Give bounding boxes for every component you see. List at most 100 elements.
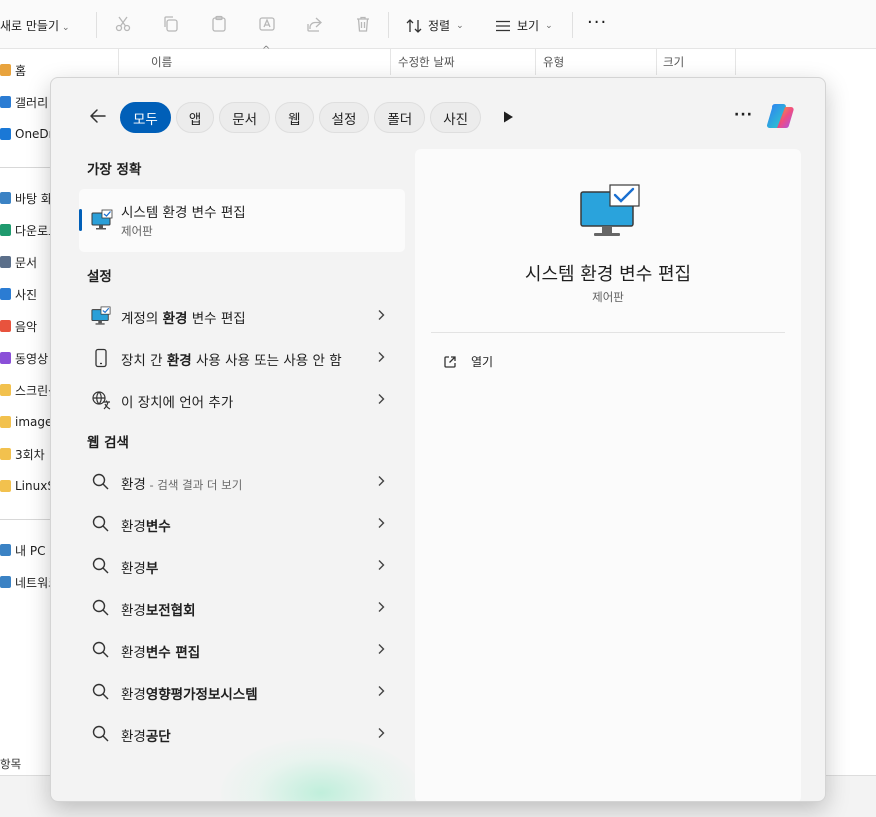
nav-label: 동영상 — [15, 351, 49, 366]
column-size[interactable]: 크기 — [663, 54, 684, 70]
paste-icon[interactable] — [210, 15, 228, 33]
web-result-item[interactable]: 환경부 — [79, 547, 405, 583]
more-options-button[interactable]: ··· — [734, 107, 753, 123]
search-icon — [92, 683, 109, 700]
monitor-check-icon — [91, 306, 111, 325]
web-result-item[interactable]: 환경 - 검색 결과 더 보기 — [79, 463, 405, 499]
view-icon — [496, 20, 510, 31]
column-type[interactable]: 유형 — [543, 54, 564, 70]
chevron-right-icon — [378, 728, 385, 738]
chevron-right-icon — [378, 352, 385, 362]
nav-item-pictures[interactable]: 사진 — [0, 284, 37, 304]
web-result-item[interactable]: 환경변수 — [79, 505, 405, 541]
chevron-right-icon — [378, 686, 385, 696]
nav-item-downloads[interactable]: 다운로드 — [0, 220, 52, 240]
gallery-icon — [0, 96, 11, 108]
column-date[interactable]: 수정한 날짜 — [398, 54, 455, 70]
preview-subtitle: 제어판 — [592, 290, 624, 304]
video-icon — [0, 352, 11, 364]
filter-all[interactable]: 모두 — [120, 102, 171, 133]
status-bar-text: 항목 — [0, 757, 22, 771]
column-name[interactable]: 이름 — [151, 54, 172, 70]
filter-bar: 모두 앱 문서 웹 설정 폴더 사진 — [120, 102, 482, 133]
play-more-filters-icon[interactable] — [501, 110, 515, 124]
chevron-down-icon: ⌄ — [545, 20, 553, 31]
settings-result-label: 계정의 환경 변수 편집 — [121, 311, 246, 327]
chevron-right-icon — [378, 602, 385, 612]
sort-icon — [406, 18, 422, 33]
web-search-header: 웹 검색 — [87, 435, 129, 451]
preview-title: 시스템 환경 변수 편집 — [524, 264, 692, 285]
search-icon — [92, 599, 109, 616]
nav-item-documents[interactable]: 문서 — [0, 252, 37, 272]
best-match-item[interactable]: 시스템 환경 변수 편집 제어판 — [79, 189, 405, 252]
filter-documents[interactable]: 문서 — [219, 102, 271, 133]
delete-icon[interactable] — [354, 15, 372, 33]
web-result-item[interactable]: 환경보전협회 — [79, 589, 405, 625]
explorer-toolbar: 새로 만들기 ⌄ 정렬 ⌄ 보기 ⌄ ··· — [0, 0, 876, 49]
nav-item-videos[interactable]: 동영상 — [0, 348, 48, 368]
nav-item-home[interactable]: 홈 — [0, 60, 26, 80]
sort-button[interactable]: 정렬 ⌄ — [406, 17, 464, 34]
nav-item-3rd[interactable]: 3회차 — [0, 444, 45, 464]
nav-item-onedrive[interactable]: OneDrive — [0, 124, 52, 144]
folder-icon — [0, 416, 11, 428]
open-action-label: 열기 — [471, 355, 494, 369]
download-icon — [0, 224, 11, 236]
filter-folders[interactable]: 폴더 — [374, 102, 426, 133]
view-label: 보기 — [517, 19, 540, 33]
back-arrow-icon[interactable] — [88, 106, 108, 126]
nav-label: 다운로드 — [15, 223, 52, 238]
open-external-icon — [444, 355, 456, 368]
rename-icon[interactable] — [258, 15, 276, 33]
best-match-header: 가장 정확 — [87, 162, 142, 178]
web-result-item[interactable]: 환경변수 편집 — [79, 631, 405, 667]
nav-label: 음악 — [15, 319, 38, 334]
new-button[interactable]: 새로 만들기 ⌄ — [0, 17, 70, 34]
column-divider — [535, 49, 536, 75]
nav-item-linuxsystem[interactable]: LinuxSystem — [0, 476, 52, 496]
column-header-bar: ^ 이름 수정한 날짜 유형 크기 — [0, 45, 876, 75]
column-divider — [118, 49, 119, 75]
search-icon — [92, 641, 109, 658]
nav-label: 문서 — [15, 255, 38, 270]
filter-settings[interactable]: 설정 — [318, 102, 370, 133]
filter-web[interactable]: 웹 — [275, 102, 314, 133]
share-icon[interactable] — [306, 15, 324, 33]
web-result-item[interactable]: 환경영향평가정보시스템 — [79, 673, 405, 709]
nav-item-music[interactable]: 음악 — [0, 316, 37, 336]
cut-icon[interactable] — [114, 15, 132, 33]
view-button[interactable]: 보기 ⌄ — [495, 17, 553, 34]
nav-item-images[interactable]: images — [0, 412, 52, 432]
nav-item-this-pc[interactable]: 내 PC — [0, 540, 45, 560]
computer-icon — [0, 544, 11, 556]
web-result-label: 환경 - 검색 결과 더 보기 — [121, 477, 243, 493]
settings-result-item[interactable]: 이 장치에 언어 추가 — [79, 381, 405, 417]
copy-icon[interactable] — [162, 15, 180, 33]
nav-item-screenshots[interactable]: 스크린샷 — [0, 380, 52, 400]
web-result-label: 환경보전협회 — [121, 603, 196, 619]
chevron-right-icon — [378, 394, 385, 404]
filter-photos[interactable]: 사진 — [430, 102, 482, 133]
network-icon — [0, 576, 11, 588]
language-icon — [92, 391, 111, 410]
filter-apps[interactable]: 앱 — [175, 102, 215, 133]
home-icon — [0, 64, 11, 76]
open-action[interactable]: 열기 — [443, 353, 493, 370]
column-divider — [735, 49, 736, 75]
desktop-icon — [0, 192, 11, 204]
new-button-label: 새로 만들기 — [0, 19, 60, 33]
settings-result-item[interactable]: 장치 간 환경 사용 사용 또는 사용 안 함 — [79, 339, 405, 375]
nav-item-network[interactable]: 네트워크 — [0, 572, 52, 592]
copilot-icon[interactable] — [764, 100, 796, 132]
system-properties-icon — [91, 209, 113, 230]
settings-result-item[interactable]: 계정의 환경 변수 편집 — [79, 297, 405, 333]
nav-item-gallery[interactable]: 갤러리 — [0, 92, 48, 112]
best-match-title: 시스템 환경 변수 편집 — [121, 205, 246, 221]
web-result-label: 환경변수 — [121, 519, 171, 535]
more-options-button[interactable]: ··· — [587, 12, 607, 33]
system-properties-large-icon — [580, 184, 640, 236]
chevron-right-icon — [378, 518, 385, 528]
column-divider — [656, 49, 657, 75]
nav-item-desktop[interactable]: 바탕 화면 — [0, 188, 52, 208]
